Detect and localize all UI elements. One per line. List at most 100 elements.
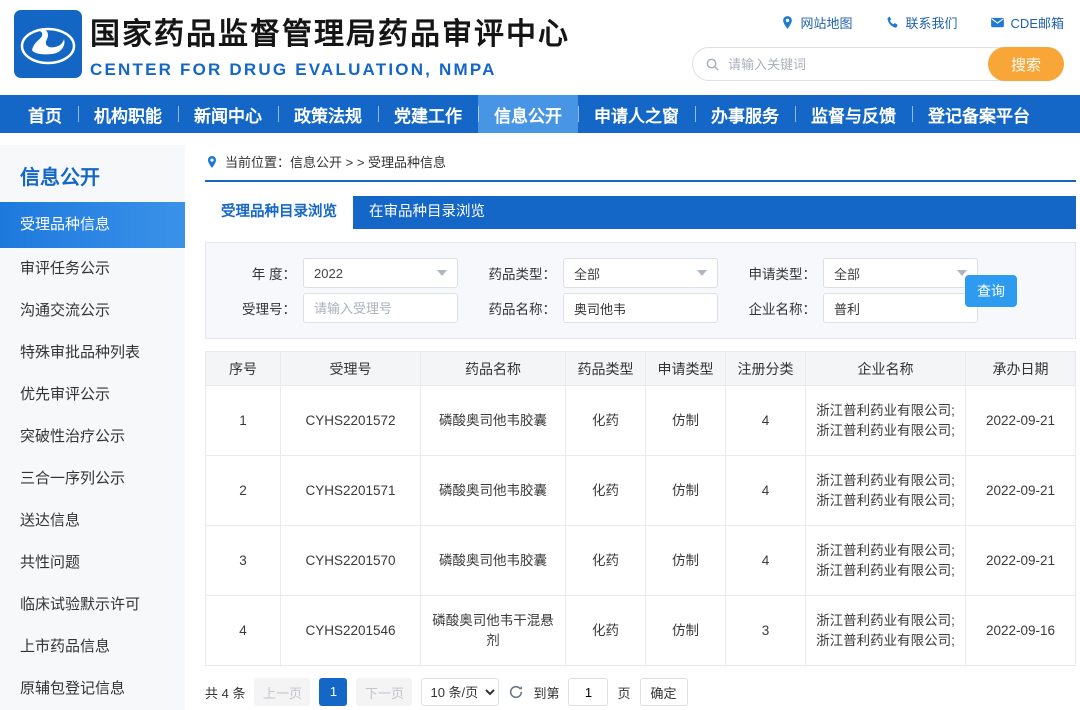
- header-search-bar: 搜索: [692, 47, 1064, 81]
- page-size-select[interactable]: 10 条/页: [421, 678, 499, 706]
- col-header-drug-type: 药品类型: [566, 352, 646, 386]
- sidebar-item-three-in-one[interactable]: 三合一序列公示: [0, 458, 185, 500]
- col-header-register-class: 注册分类: [726, 352, 806, 386]
- accept-no-label: 受理号：: [218, 298, 296, 318]
- cell-register-class: 4: [726, 386, 806, 456]
- sidebar-item-accepted-varieties[interactable]: 受理品种信息: [0, 202, 185, 248]
- cell-register-class: 4: [726, 526, 806, 596]
- nav-item-news[interactable]: 新闻中心: [178, 95, 278, 133]
- col-header-date: 承办日期: [966, 352, 1076, 386]
- sidebar-item-clinical-trial-license[interactable]: 临床试验默示许可: [0, 584, 185, 626]
- results-table: 序号 受理号 药品名称 药品类型 申请类型 注册分类 企业名称 承办日期 1 C…: [205, 351, 1076, 666]
- main-nav: 首页 机构职能 新闻中心 政策法规 党建工作 信息公开 申请人之窗 办事服务 监…: [0, 95, 1080, 133]
- cell-apply-type: 仿制: [646, 456, 726, 526]
- sitemap-link[interactable]: 网站地图: [780, 13, 853, 32]
- nav-item-supervision-feedback[interactable]: 监督与反馈: [795, 95, 912, 133]
- table-row: 3 CYHS2201570 磷酸奥司他韦胶囊 化药 仿制 4 浙江普利药业有限公…: [206, 526, 1076, 596]
- filter-panel: 年 度： 2022 药品类型： 全部 申请类型： 全部 受理号：: [205, 242, 1076, 339]
- chevron-down-icon: [697, 270, 707, 276]
- page-number-button[interactable]: 1: [319, 678, 347, 706]
- nav-item-registration-platform[interactable]: 登记备案平台: [912, 95, 1046, 133]
- tab-under-review-catalog[interactable]: 在审品种目录浏览: [353, 196, 501, 229]
- cell-drug-type: 化药: [566, 456, 646, 526]
- contact-link[interactable]: 联系我们: [885, 13, 958, 32]
- nav-item-org-functions[interactable]: 机构职能: [78, 95, 178, 133]
- nav-item-info-disclosure[interactable]: 信息公开: [478, 95, 578, 133]
- map-pin-icon: [780, 15, 795, 30]
- cell-drug-type: 化药: [566, 386, 646, 456]
- chevron-down-icon: [437, 270, 447, 276]
- accept-no-input[interactable]: [303, 293, 458, 323]
- cell-drug-name: 磷酸奥司他韦干混悬剂: [421, 596, 566, 666]
- year-select-value: 2022: [314, 266, 343, 281]
- cell-date: 2022-09-21: [966, 526, 1076, 596]
- col-header-company: 企业名称: [806, 352, 966, 386]
- cell-apply-type: 仿制: [646, 526, 726, 596]
- company-name-label: 企业名称：: [738, 298, 816, 318]
- filter-row-1: 年 度： 2022 药品类型： 全部 申请类型： 全部: [218, 258, 1063, 288]
- mailbox-link[interactable]: CDE邮箱: [990, 13, 1064, 32]
- sidebar-title: 信息公开: [0, 145, 185, 202]
- phone-icon: [885, 15, 900, 30]
- cell-company: 浙江普利药业有限公司;浙江普利药业有限公司;: [806, 596, 966, 666]
- breadcrumb-text: 当前位置：信息公开 > > 受理品种信息: [225, 152, 446, 171]
- drug-type-label: 药品类型：: [478, 263, 556, 283]
- jump-suffix-label: 页: [617, 683, 630, 702]
- nav-item-policy[interactable]: 政策法规: [278, 95, 378, 133]
- col-header-seq: 序号: [206, 352, 281, 386]
- nav-item-party-building[interactable]: 党建工作: [378, 95, 478, 133]
- sidebar-item-breakthrough-therapy[interactable]: 突破性治疗公示: [0, 416, 185, 458]
- sidebar-item-delivery-info[interactable]: 送达信息: [0, 500, 185, 542]
- cell-seq: 3: [206, 526, 281, 596]
- jump-page-input[interactable]: [568, 678, 608, 706]
- cell-seq: 2: [206, 456, 281, 526]
- site-header: 国家药品监督管理局药品审评中心 CENTER FOR DRUG EVALUATI…: [0, 0, 1080, 95]
- company-name-input[interactable]: [823, 293, 978, 323]
- location-pin-icon: [205, 155, 219, 169]
- sitemap-link-label: 网站地图: [801, 13, 853, 32]
- confirm-button[interactable]: 确定: [640, 678, 688, 706]
- apply-type-label: 申请类型：: [738, 263, 816, 283]
- nav-item-home[interactable]: 首页: [12, 95, 78, 133]
- cell-accept-no: CYHS2201572: [281, 386, 421, 456]
- search-button[interactable]: 搜索: [988, 47, 1064, 81]
- sidebar-item-priority-review[interactable]: 优先审评公示: [0, 374, 185, 416]
- cell-accept-no: CYHS2201570: [281, 526, 421, 596]
- header-quick-links: 网站地图 联系我们 CDE邮箱: [780, 13, 1064, 32]
- filter-row-2: 受理号： 药品名称： 企业名称：: [218, 293, 1063, 323]
- total-count-label: 共 4 条: [205, 683, 245, 702]
- col-header-accept-no: 受理号: [281, 352, 421, 386]
- sidebar-item-excipient-registration[interactable]: 原辅包登记信息: [0, 668, 185, 710]
- drug-name-input[interactable]: [563, 293, 718, 323]
- next-page-button[interactable]: 下一页: [356, 678, 412, 706]
- search-input[interactable]: [728, 57, 988, 72]
- sidebar-item-communication[interactable]: 沟通交流公示: [0, 290, 185, 332]
- query-button[interactable]: 查询: [965, 275, 1017, 307]
- tab-bar: 受理品种目录浏览 在审品种目录浏览: [205, 196, 1076, 229]
- search-icon: [705, 57, 720, 72]
- nav-item-applicant-window[interactable]: 申请人之窗: [578, 95, 695, 133]
- year-select[interactable]: 2022: [303, 258, 458, 288]
- pagination: 共 4 条 上一页 1 下一页 10 条/页 到第 页 确定: [205, 678, 1076, 706]
- table-row: 1 CYHS2201572 磷酸奥司他韦胶囊 化药 仿制 4 浙江普利药业有限公…: [206, 386, 1076, 456]
- nav-item-services[interactable]: 办事服务: [695, 95, 795, 133]
- sidebar-item-review-tasks[interactable]: 审评任务公示: [0, 248, 185, 290]
- refresh-icon[interactable]: [508, 684, 524, 700]
- sidebar-item-common-issues[interactable]: 共性问题: [0, 542, 185, 584]
- jump-prefix-label: 到第: [533, 683, 559, 702]
- main-content: 当前位置：信息公开 > > 受理品种信息 受理品种目录浏览 在审品种目录浏览 年…: [185, 145, 1080, 710]
- tab-accepted-catalog[interactable]: 受理品种目录浏览: [205, 196, 353, 229]
- mail-icon: [990, 15, 1005, 30]
- col-header-drug-name: 药品名称: [421, 352, 566, 386]
- cell-date: 2022-09-21: [966, 456, 1076, 526]
- prev-page-button[interactable]: 上一页: [254, 678, 310, 706]
- apply-type-select[interactable]: 全部: [823, 258, 978, 288]
- sidebar-item-special-approval-list[interactable]: 特殊审批品种列表: [0, 332, 185, 374]
- apply-type-select-value: 全部: [834, 264, 860, 283]
- col-header-apply-type: 申请类型: [646, 352, 726, 386]
- cell-drug-name: 磷酸奥司他韦胶囊: [421, 526, 566, 596]
- drug-type-select[interactable]: 全部: [563, 258, 718, 288]
- table-header-row: 序号 受理号 药品名称 药品类型 申请类型 注册分类 企业名称 承办日期: [206, 352, 1076, 386]
- sidebar-item-marketed-drugs[interactable]: 上市药品信息: [0, 626, 185, 668]
- cell-register-class: 3: [726, 596, 806, 666]
